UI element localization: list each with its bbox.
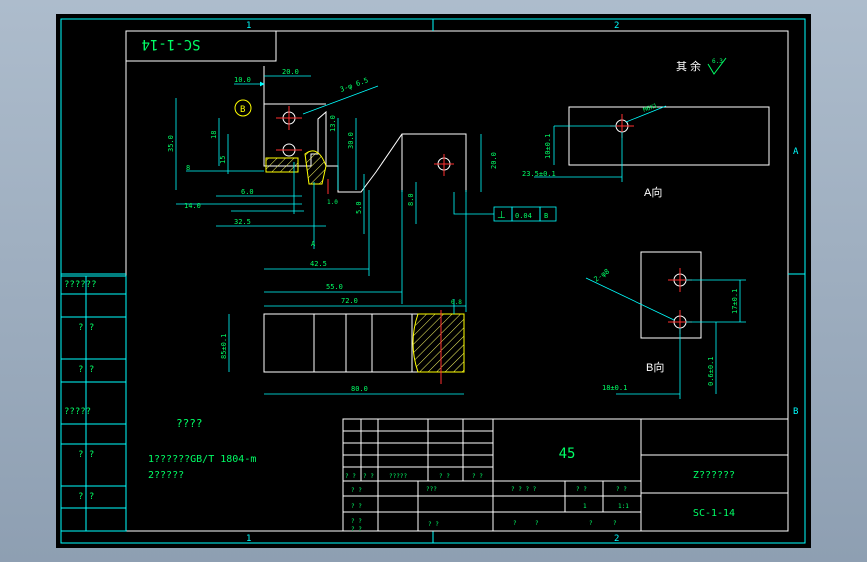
sheet-row-3: ? [589,520,593,527]
stage-value-1: 1 [583,503,587,510]
dim-72: 72.0 [341,297,358,305]
zone-col-2-top: 2 [614,21,619,31]
dim-5: 5.0 [355,201,363,214]
zone-row-B: B [793,407,798,417]
dim-32-5: 32.5 [234,218,251,226]
sign-row-5: ? ? [472,473,483,480]
datum-a-label: A [311,240,316,248]
bottom-roughness: 0.8 [451,299,462,306]
dim-42-5: 42.5 [310,260,327,268]
view-b-dim-v2: 0.6±0.1 [707,356,715,386]
dim-bottom-width: 80.0 [351,385,368,393]
mid-label-2: ? ? [428,521,439,528]
dim-13: 13.0 [329,115,337,132]
side-label-3: ? ? [78,365,94,375]
view-b-center-lines [668,268,692,334]
dim-bottom-height: 85±0.1 [220,334,228,359]
dim-6: 6.0 [241,188,254,196]
front-center-lines [276,106,454,194]
view-b-dim-h: 18±0.1 [602,384,627,392]
zone-row-A: A [793,147,799,157]
company: Z?????? [693,470,735,481]
drawing-canvas: 1 2 1 2 A B SC-1-14 其 余 6.3 ?????? ? ? ?… [56,14,811,548]
view-a-title: A向 [644,185,662,199]
datum-b-label: B [240,105,245,115]
mid-label-1: ??? [426,486,437,493]
gdt-symbol: ⊥ [497,210,506,221]
zone-col-2-bottom: 2 [614,534,619,544]
view-a-outline [568,106,770,166]
view-b-hole-note: 2-φ8 [593,267,611,283]
side-label-1: ?????? [64,280,97,290]
left-label-1: ? ? [351,487,362,494]
bottom-view [263,313,465,373]
sheet-row-4: ? [613,520,617,527]
front-dim-lines [175,75,557,312]
sheet-row-1: ? [513,520,517,527]
side-label-5: ? ? [78,450,94,460]
left-label-3: ? ? [351,518,362,525]
dim-20b: 20.0 [490,152,498,169]
stage-header-3: ? ? [616,486,627,493]
stage-header-2: ? ? [576,486,587,493]
dim-8b: 8.0 [407,193,415,206]
drawing-number: SC-1-14 [693,508,735,519]
title-stamp: SC-1-14 [141,36,200,52]
stage-header-1: ? ? ? ? [511,486,537,493]
view-b-title: B向 [646,360,664,374]
roughness-note-label: 其 余 [676,59,701,73]
side-label-6: ? ? [78,492,94,502]
gdt-tolerance: 0.04 [515,212,532,220]
notes-item-1: 1??????GB/T 1804-m [148,454,256,465]
sign-row-4: ? ? [439,473,450,480]
dim-55: 55.0 [326,283,343,291]
dim-20: 20.0 [282,68,299,76]
notes-title: ???? [176,417,203,430]
dim-14: 14.0 [184,202,201,210]
dim-8: 8 [186,164,190,172]
sign-row-2: ? ? [363,473,374,480]
view-a-dim-h: 23.5±0.1 [522,170,556,178]
left-label-2: ? ? [351,503,362,510]
sign-row-1: ? ? [345,473,356,480]
dim-35: 35.0 [167,135,175,152]
view-a-dim-v: 10±0.1 [544,134,552,159]
sheet-row-2: ? [535,520,539,527]
dim-18: 18 [210,131,218,139]
dim-1: 1.0 [327,199,338,206]
view-b-dim-v1: 17±0.1 [731,289,739,314]
side-label-4: ????? [64,407,91,417]
material: 45 [559,446,576,462]
dim-15: 15 [219,156,227,164]
zone-col-1-bottom: 1 [246,534,251,544]
dim-30: 30.0 [347,132,355,149]
dim-10: 10.0 [234,76,251,84]
stage-value-2: 1:1 [618,503,629,510]
notes-item-2: 2????? [148,470,184,481]
cad-drawing: 1 2 1 2 A B SC-1-14 其 余 6.3 ?????? ? ? ?… [60,18,806,544]
view-b-outline [640,251,702,339]
side-label-2: ? ? [78,323,94,333]
sign-row-3: ????? [389,473,407,480]
gdt-datum: B [544,212,548,220]
zone-col-1-top: 1 [246,21,251,31]
left-label-4: ? ? [351,526,362,533]
